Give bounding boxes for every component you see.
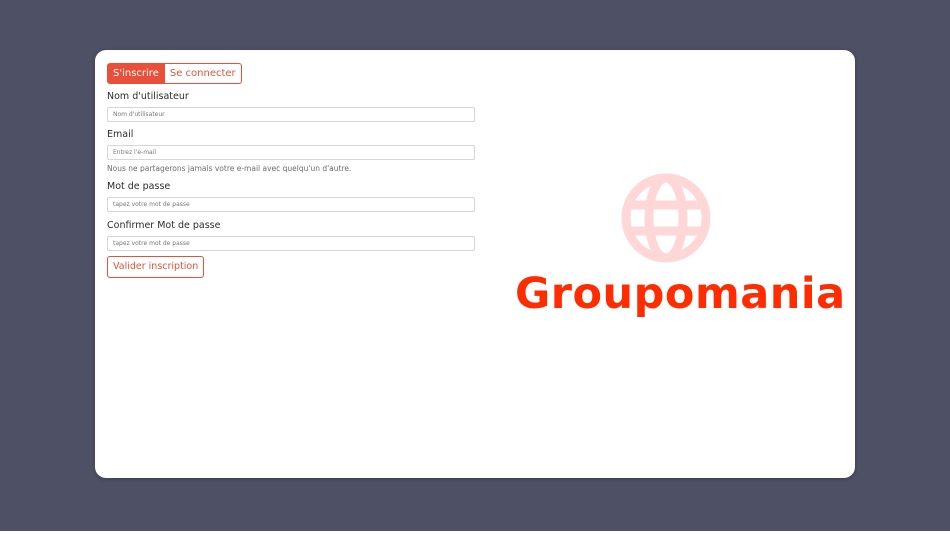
tab-signup[interactable]: S'inscrire: [107, 63, 165, 84]
auth-card: S'inscrire Se connecter Nom d'utilisateu…: [95, 50, 855, 478]
username-group: Nom d'utilisateur: [107, 91, 475, 122]
brand-logo: Groupomania: [515, 168, 846, 328]
password-input[interactable]: [107, 197, 475, 212]
password-group: Mot de passe: [107, 181, 475, 212]
email-label: Email: [107, 129, 134, 140]
email-input[interactable]: [107, 145, 475, 160]
brand-name: Groupomania: [515, 269, 846, 319]
auth-tabs: S'inscrire Se connecter: [107, 63, 242, 84]
email-group: Email Nous ne partagerons jamais votre e…: [107, 129, 475, 173]
email-help-text: Nous ne partagerons jamais votre e-mail …: [107, 164, 352, 173]
confirm-password-input[interactable]: [107, 236, 475, 251]
username-label: Nom d'utilisateur: [107, 91, 189, 102]
submit-signup-button[interactable]: Valider inscription: [107, 256, 205, 278]
globe-icon: [621, 173, 711, 263]
confirm-password-group: Confirmer Mot de passe: [107, 220, 475, 251]
password-label: Mot de passe: [107, 181, 171, 192]
tab-login[interactable]: Se connecter: [164, 63, 242, 84]
confirm-password-label: Confirmer Mot de passe: [107, 220, 221, 231]
username-input[interactable]: [107, 107, 475, 122]
